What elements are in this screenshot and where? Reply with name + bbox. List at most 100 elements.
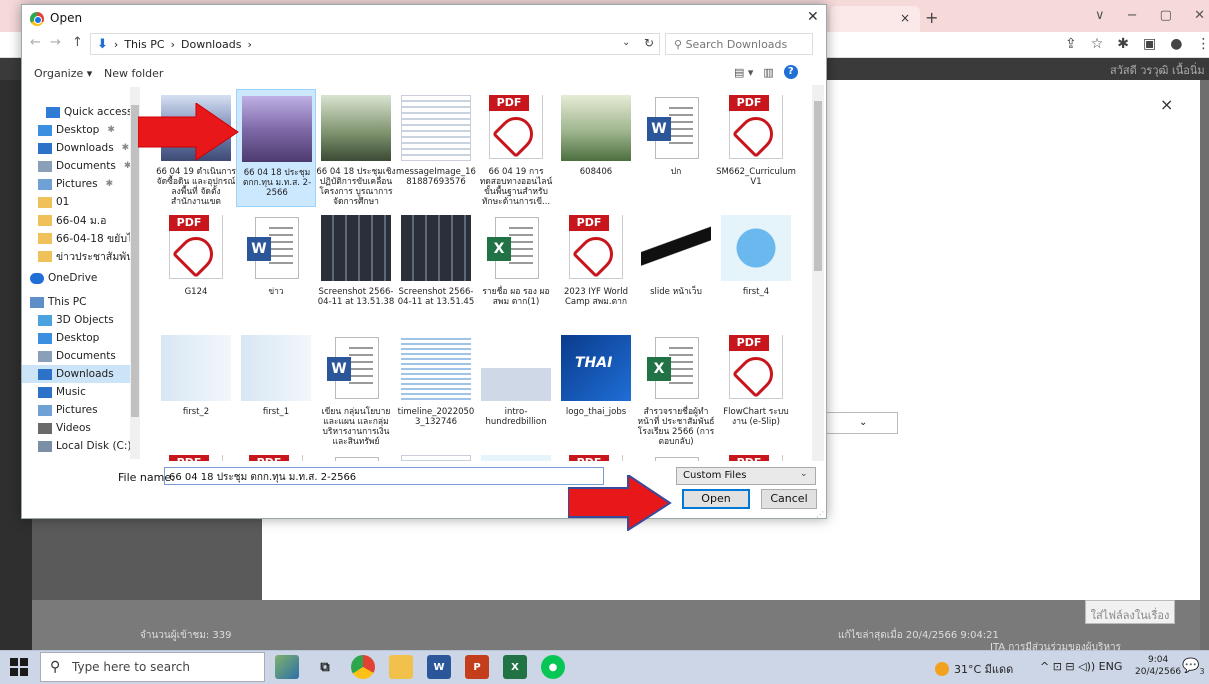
- new-tab-button[interactable]: +: [925, 8, 938, 27]
- chrome-taskbar-icon[interactable]: [351, 655, 375, 679]
- nav-item[interactable]: 66-04-18 ขยับไปสู่: [22, 229, 130, 247]
- address-dropdown-icon[interactable]: ⌄: [622, 37, 630, 48]
- file-tile[interactable]: 66 04 18 ประชุมเชิงปฏิบัติการขับเคลื่อนโ…: [316, 89, 396, 207]
- attach-file-button[interactable]: ใส่ไฟล์ลงในเรื่อง: [1085, 600, 1175, 624]
- word-taskbar-icon[interactable]: W: [427, 655, 451, 679]
- system-tray[interactable]: ^ ⊡ ⊟ ◁)) ENG: [1040, 660, 1122, 673]
- view-mode-icon[interactable]: ▤ ▾: [734, 66, 753, 79]
- nav-item[interactable]: Videos: [22, 419, 130, 437]
- panel-select[interactable]: ⌄: [820, 412, 898, 434]
- resize-grip-icon[interactable]: ⋰: [816, 510, 824, 519]
- cancel-button[interactable]: Cancel: [761, 489, 817, 509]
- file-tile[interactable]: [636, 449, 716, 461]
- tab-close-icon[interactable]: ×: [900, 11, 910, 25]
- tab-search-icon[interactable]: ∨: [1095, 8, 1105, 23]
- file-tile[interactable]: PDF FlowChart ระบบงาน (e-Slip): [716, 329, 796, 447]
- line-app-icon[interactable]: ●: [541, 655, 565, 679]
- windows-start-icon[interactable]: [10, 658, 28, 676]
- nav-item[interactable]: Quick access: [22, 103, 130, 121]
- file-tile[interactable]: first_2: [156, 329, 236, 447]
- file-tile[interactable]: [316, 449, 396, 461]
- organize-menu[interactable]: Organize ▾: [34, 67, 92, 80]
- file-tile[interactable]: 608406: [556, 89, 636, 207]
- nav-item[interactable]: Pictures ✱: [22, 175, 130, 193]
- file-type-select[interactable]: Custom Files: [676, 467, 816, 485]
- excel-taskbar-icon[interactable]: X: [503, 655, 527, 679]
- file-tile[interactable]: W ปก: [636, 89, 716, 207]
- nav-item[interactable]: Desktop: [22, 329, 130, 347]
- minimize-icon[interactable]: −: [1127, 8, 1138, 23]
- file-tile[interactable]: PDF 2023 IYF World Camp สพม.ตาก: [556, 209, 636, 327]
- open-button[interactable]: Open: [682, 489, 750, 509]
- nav-item[interactable]: Downloads: [22, 365, 130, 383]
- nav-item[interactable]: DATA (D:): [22, 455, 130, 459]
- file-tile[interactable]: PDF: [556, 449, 636, 461]
- file-tile[interactable]: slide หน้าเว็บ: [636, 209, 716, 327]
- extensions-icon[interactable]: ✱: [1117, 36, 1129, 52]
- nav-item[interactable]: Pictures: [22, 401, 130, 419]
- nav-item[interactable]: Local Disk (C:): [22, 437, 130, 455]
- file-tile[interactable]: 66 04 18 ประชุม ตกก.ทุน ม.ท.ส. 2-2566: [236, 89, 316, 207]
- new-folder-button[interactable]: New folder: [104, 67, 163, 80]
- nav-item[interactable]: 01: [22, 193, 130, 211]
- nav-item[interactable]: Music: [22, 383, 130, 401]
- breadcrumb-this-pc[interactable]: This PC: [124, 38, 164, 51]
- powerpoint-taskbar-icon[interactable]: P: [465, 655, 489, 679]
- file-tile[interactable]: W ข่าว: [236, 209, 316, 327]
- task-view-icon[interactable]: ⧉: [313, 655, 337, 679]
- weather-widget-icon[interactable]: [275, 655, 299, 679]
- nav-item[interactable]: ข่าวประชาสัมพันธ์ โ: [22, 247, 130, 265]
- share-icon[interactable]: ⇪: [1065, 36, 1077, 52]
- file-tile[interactable]: X สำรวจรายชื่อผู้ทำหน้าที่ ประชาสัมพันธ์โ…: [636, 329, 716, 447]
- file-tile[interactable]: PDF: [716, 449, 796, 461]
- nav-item[interactable]: 3D Objects: [22, 311, 130, 329]
- file-tile[interactable]: first_4: [716, 209, 796, 327]
- close-window-icon[interactable]: ✕: [1194, 8, 1205, 23]
- file-tile[interactable]: PDF 66 04 19 การทดสอบทางออนไลน์ ขั้นพื้นฐ…: [476, 89, 556, 207]
- file-tile[interactable]: W เขียน กลุ่มนโยบายและแผน และกลุ่มบริหารง…: [316, 329, 396, 447]
- file-tile[interactable]: [396, 449, 476, 461]
- file-tile[interactable]: PDF SM662_CurriculumV1: [716, 89, 796, 207]
- nav-item[interactable]: Desktop ✱: [22, 121, 130, 139]
- address-bar[interactable]: ⬇ › This PC › Downloads ›: [90, 33, 660, 55]
- up-arrow-icon[interactable]: ↑: [72, 35, 83, 50]
- menu-kebab-icon[interactable]: ⋮: [1196, 36, 1209, 52]
- file-tile[interactable]: X รายชื่อ ผอ รอง ผอ สพม ตาก(1): [476, 209, 556, 327]
- sidepanel-icon[interactable]: ▣: [1143, 36, 1156, 52]
- profile-avatar-icon[interactable]: ●: [1170, 36, 1182, 52]
- notification-icon[interactable]: 💬3: [1182, 658, 1205, 676]
- file-tile[interactable]: intro-hundredbillion: [476, 329, 556, 447]
- nav-item[interactable]: 66-04 ม.อ: [22, 211, 130, 229]
- help-icon[interactable]: ?: [783, 65, 798, 79]
- file-tile[interactable]: Screenshot 2566-04-11 at 13.51.45: [396, 209, 476, 327]
- file-tile[interactable]: Screenshot 2566-04-11 at 13.51.38: [316, 209, 396, 327]
- search-downloads-input[interactable]: ⚲ Search Downloads: [665, 33, 813, 55]
- file-tile[interactable]: PDF: [156, 449, 236, 461]
- breadcrumb-downloads[interactable]: Downloads: [181, 38, 241, 51]
- refresh-icon[interactable]: ↻: [644, 36, 654, 50]
- file-name-input[interactable]: 66 04 18 ประชุม ตกก.ทุน ม.ท.ส. 2-2566: [164, 467, 604, 485]
- file-tile[interactable]: messageImage_1681887693576: [396, 89, 476, 207]
- grid-scroll-thumb[interactable]: [814, 101, 822, 271]
- weather-status[interactable]: 31°C มีแดด: [935, 660, 1013, 678]
- preview-pane-icon[interactable]: ▥: [763, 66, 773, 79]
- browser-tab[interactable]: ×: [830, 6, 920, 32]
- forward-arrow-icon[interactable]: →: [50, 35, 61, 50]
- taskbar-clock[interactable]: 9:04 20/4/2566: [1135, 654, 1181, 678]
- file-tile[interactable]: PDF G124: [156, 209, 236, 327]
- panel-close-icon[interactable]: ×: [1160, 95, 1173, 114]
- nav-item[interactable]: Documents ✱: [22, 157, 130, 175]
- file-tile[interactable]: PDF: [236, 449, 316, 461]
- nav-item[interactable]: OneDrive: [22, 269, 130, 287]
- nav-item[interactable]: Documents: [22, 347, 130, 365]
- file-tile[interactable]: THAI logo_thai_jobs: [556, 329, 636, 447]
- file-tile[interactable]: [476, 449, 556, 461]
- file-explorer-icon[interactable]: [389, 655, 413, 679]
- close-icon[interactable]: ✕: [807, 9, 819, 25]
- nav-item[interactable]: Downloads ✱: [22, 139, 130, 157]
- nav-item[interactable]: This PC: [22, 293, 130, 311]
- maximize-icon[interactable]: ▢: [1160, 8, 1172, 23]
- file-tile[interactable]: first_1: [236, 329, 316, 447]
- bookmark-star-icon[interactable]: ☆: [1091, 36, 1104, 52]
- file-tile[interactable]: timeline_20220503_132746: [396, 329, 476, 447]
